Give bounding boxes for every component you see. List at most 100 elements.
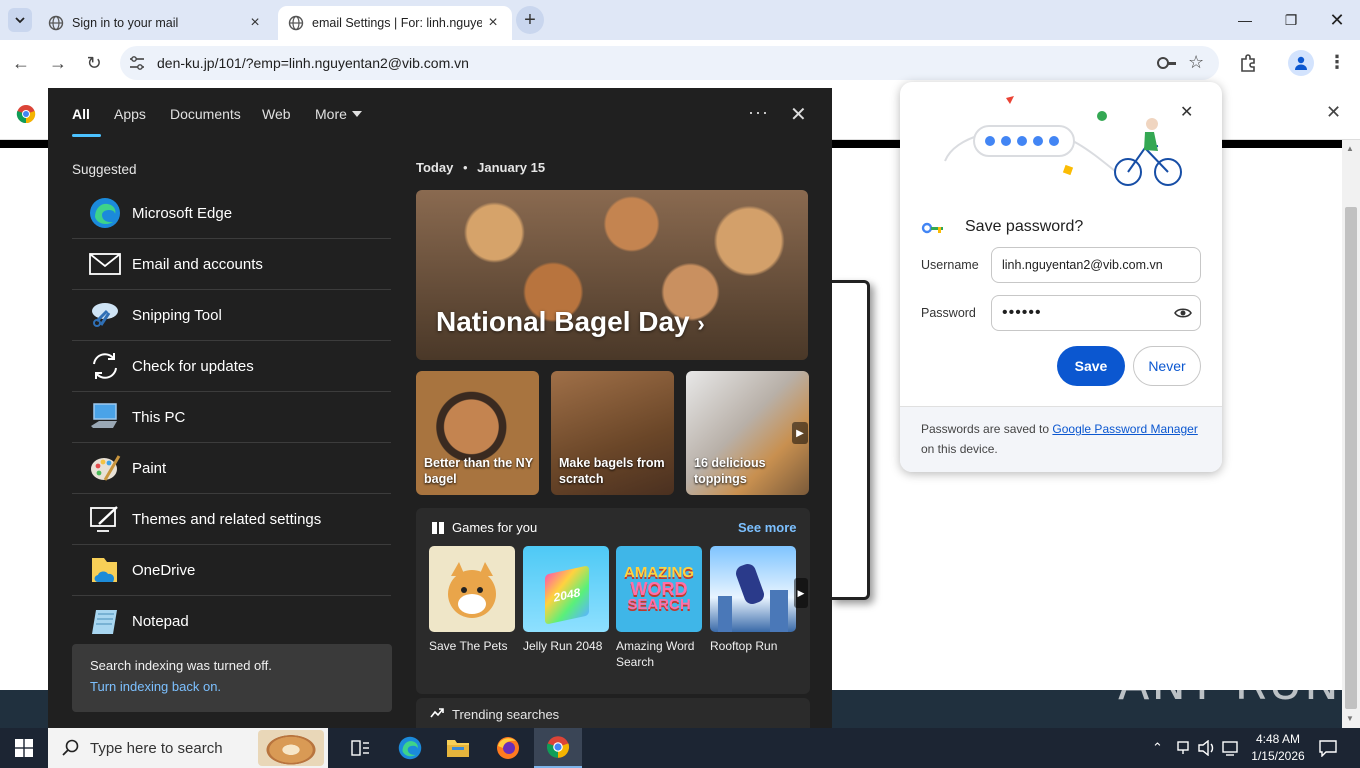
password-field[interactable]: •••••• — [991, 295, 1201, 331]
notifications-icon[interactable] — [1318, 739, 1338, 757]
input-indicator-icon[interactable] — [1222, 740, 1238, 756]
see-more-link[interactable]: See more — [738, 520, 797, 535]
tab-sign-in[interactable]: Sign in to your mail × — [38, 6, 274, 40]
caret-down-icon[interactable] — [352, 111, 362, 117]
games-heading: Games for you — [452, 520, 538, 535]
app-name: Snipping Tool — [132, 306, 222, 324]
indexing-text: Search indexing was turned off. — [90, 658, 272, 673]
tab-documents[interactable]: Documents — [170, 106, 241, 122]
news-caption: 16 delicious toppings — [694, 456, 766, 486]
system-clock[interactable]: 4:48 AM 1/15/2026 — [1244, 731, 1312, 765]
hero-title: National Bagel Day › — [436, 306, 705, 337]
tab-all[interactable]: All — [72, 106, 90, 122]
app-microsoft-edge[interactable]: Microsoft Edge — [72, 188, 391, 239]
close-window-icon[interactable]: ✕ — [1314, 0, 1360, 40]
indexing-link[interactable]: Turn indexing back on. — [90, 679, 374, 694]
password-key-icon[interactable] — [1156, 54, 1178, 72]
dialog-title: Save password? — [965, 218, 1084, 235]
more-menu-icon[interactable]: ⋮ — [1328, 52, 1346, 73]
chevron-down-icon — [15, 17, 25, 24]
network-icon[interactable] — [1175, 741, 1191, 755]
forward-icon[interactable]: → — [43, 48, 73, 78]
news-card[interactable]: Better than the NY bagel — [416, 371, 539, 495]
hero-card[interactable]: National Bagel Day › — [416, 190, 808, 360]
password-manager-link[interactable]: Google Password Manager — [1052, 422, 1197, 436]
tab-strip: Sign in to your mail × email Settings | … — [0, 0, 1360, 40]
more-options-icon[interactable]: ··· — [748, 102, 769, 123]
games-next-icon[interactable]: ▶ — [794, 578, 808, 608]
news-card[interactable]: 16 delicious toppings — [686, 371, 809, 495]
footer-text: on this device. — [921, 442, 998, 456]
trending-heading: Trending searches — [452, 707, 560, 722]
app-email-accounts[interactable]: Email and accounts — [72, 239, 391, 290]
suggested-heading: Suggested — [72, 162, 137, 177]
chrome-taskbar-icon[interactable] — [534, 728, 582, 768]
today-label: Today — [416, 160, 454, 175]
game-card[interactable]: AMAZING WORD SEARCH Amazing Word Search — [616, 546, 702, 670]
game-art-label: SEARCH — [627, 596, 691, 613]
scrollbar-thumb[interactable] — [1345, 207, 1357, 709]
close-dialog-icon[interactable]: ✕ — [1180, 102, 1193, 122]
never-button[interactable]: Never — [1133, 346, 1201, 386]
firefox-icon[interactable] — [484, 728, 532, 768]
tab-apps[interactable]: Apps — [114, 106, 146, 122]
game-name: Save The Pets — [429, 639, 508, 653]
extensions-icon[interactable] — [1238, 53, 1258, 73]
task-view-icon[interactable] — [336, 728, 384, 768]
scroll-down-icon[interactable]: ▼ — [1346, 714, 1354, 723]
profile-avatar[interactable] — [1288, 50, 1314, 76]
globe-icon — [288, 15, 304, 31]
app-this-pc[interactable]: This PC — [72, 392, 391, 443]
app-name: Paint — [132, 459, 167, 477]
new-tab-button[interactable]: + — [516, 6, 544, 34]
tab-email-settings[interactable]: email Settings | For: linh.nguyentan2@vi… — [278, 6, 512, 40]
app-check-updates[interactable]: Check for updates — [72, 341, 391, 392]
game-name: Amazing Word Search — [616, 639, 695, 669]
edge-icon — [88, 196, 122, 230]
app-name: Notepad — [132, 613, 189, 630]
back-icon[interactable]: ← — [6, 48, 36, 78]
trending-icon — [430, 708, 444, 718]
game-name: Jelly Run 2048 — [523, 639, 603, 653]
tab-more[interactable]: More — [315, 106, 347, 122]
news-card[interactable]: Make bagels from scratch — [551, 371, 674, 495]
reload-icon[interactable]: ↻ — [79, 48, 109, 78]
game-card[interactable]: Rooftop Run — [710, 546, 796, 654]
game-card[interactable]: 2048 Jelly Run 2048 — [523, 546, 609, 654]
bookmark-star-icon[interactable]: ☆ — [1188, 52, 1204, 73]
file-explorer-icon[interactable] — [434, 728, 482, 768]
address-bar[interactable]: den-ku.jp/101/?emp=linh.nguyentan2@vib.c… — [120, 46, 1219, 80]
app-onedrive[interactable]: OneDrive — [72, 545, 391, 596]
tab-web[interactable]: Web — [262, 106, 291, 122]
app-themes-settings[interactable]: Themes and related settings — [72, 494, 391, 545]
volume-icon[interactable] — [1198, 740, 1216, 756]
minimize-icon[interactable]: — — [1222, 0, 1268, 40]
close-banner-icon[interactable]: ✕ — [1326, 102, 1341, 123]
game-card[interactable]: Save The Pets — [429, 546, 515, 654]
close-tab-icon[interactable]: × — [244, 14, 266, 32]
save-button[interactable]: Save — [1057, 346, 1125, 386]
app-snipping-tool[interactable]: Snipping Tool — [72, 290, 391, 341]
app-notepad[interactable]: Notepad — [72, 596, 391, 647]
notepad-icon — [88, 605, 122, 639]
edge-taskbar-icon[interactable] — [386, 728, 434, 768]
key-icon — [921, 222, 943, 234]
tab-title: Sign in to your mail — [72, 16, 179, 30]
windows-start-icon[interactable] — [0, 728, 48, 768]
username-field[interactable]: linh.nguyentan2@vib.com.vn — [991, 247, 1201, 283]
taskbar-search-box[interactable]: Type here to search — [48, 728, 328, 768]
bagel-day-icon[interactable] — [258, 730, 324, 766]
tab-search-button[interactable] — [8, 8, 32, 32]
carousel-next-icon[interactable]: ▶ — [792, 422, 808, 444]
scroll-up-icon[interactable]: ▲ — [1346, 144, 1354, 153]
site-settings-icon[interactable] — [128, 55, 146, 71]
close-panel-icon[interactable]: ✕ — [790, 102, 807, 127]
save-password-dialog: ✕ Save password? Username linh.nguyentan… — [900, 82, 1222, 472]
page-card — [830, 280, 870, 600]
restore-icon[interactable]: ❐ — [1268, 0, 1314, 40]
clock-time: 4:48 AM — [1255, 732, 1301, 746]
close-tab-icon[interactable]: × — [482, 14, 504, 32]
app-paint[interactable]: Paint — [72, 443, 391, 494]
tray-expand-icon[interactable]: ⌃ — [1152, 740, 1163, 756]
eye-icon[interactable] — [1174, 307, 1192, 319]
